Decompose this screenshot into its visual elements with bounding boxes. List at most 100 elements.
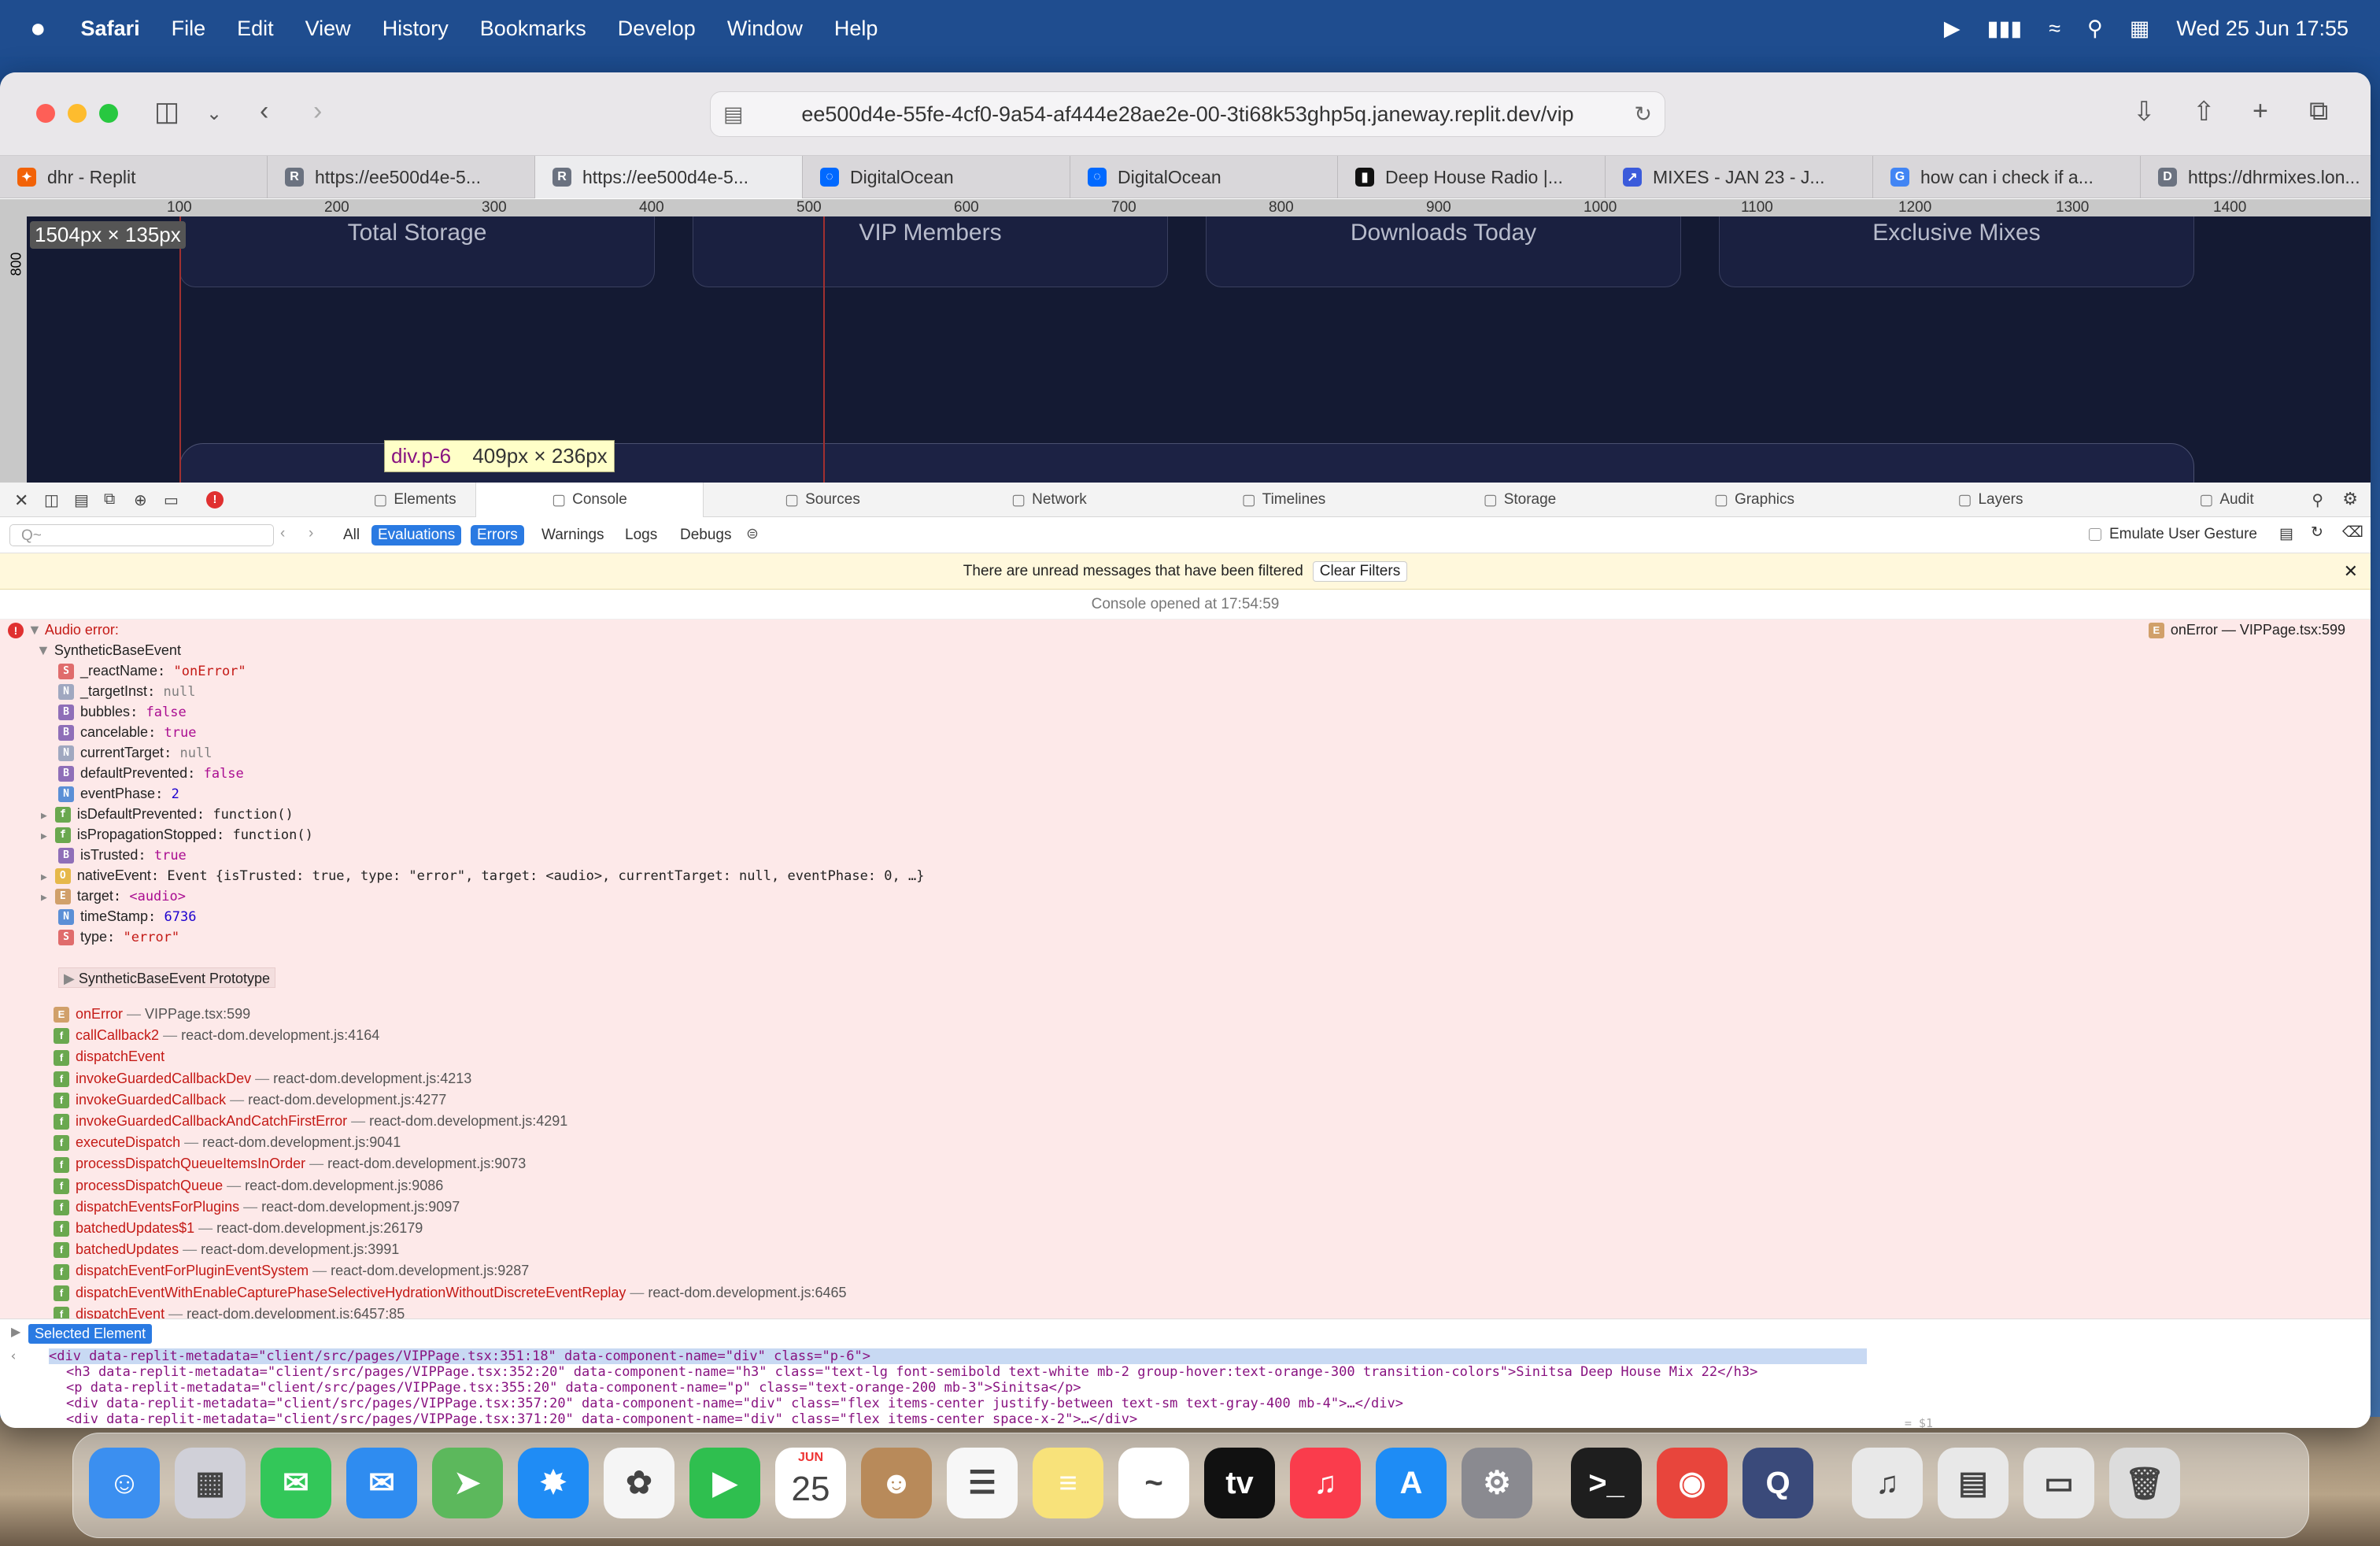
disclosure-triangle-icon[interactable]: ▶ <box>41 871 47 883</box>
property-row[interactable]: S _reactName: "onError" <box>58 660 246 681</box>
music-file-icon[interactable]: ♫ <box>1852 1448 1923 1518</box>
property-row[interactable]: Bcancelable: true <box>58 722 197 742</box>
reload-icon[interactable]: ↻ <box>2311 523 2323 542</box>
disclosure-triangle-icon[interactable]: ▶ <box>41 830 47 842</box>
menu-item-develop[interactable]: Develop <box>618 17 696 41</box>
disclosure-triangle-icon[interactable]: ▼ <box>36 642 50 658</box>
filter-logs[interactable]: Logs <box>619 525 663 546</box>
browser-tab[interactable]: ↗ MIXES - JAN 23 - J... <box>1606 156 1873 198</box>
url-bar[interactable]: ▤ ee500d4e-55fe-4cf0-9a54-af444e28ae2e-0… <box>710 91 1665 137</box>
devtools-tab-audit[interactable]: ▢ Audit <box>2112 483 2341 517</box>
search-icon[interactable]: ⚲ <box>2087 17 2103 41</box>
trash-icon[interactable]: ⌫ <box>2342 523 2363 542</box>
property-row[interactable]: Bbubbles: false <box>58 701 187 722</box>
stack-frame[interactable]: f invokeGuardedCallbackDev — react-dom.de… <box>54 1068 471 1089</box>
browser-tab[interactable]: Rhttps://ee500d4e-5... <box>268 156 535 198</box>
forward-icon[interactable]: › <box>313 96 322 127</box>
mail-icon[interactable]: ✉ <box>346 1448 417 1518</box>
next-icon[interactable]: › <box>309 525 313 542</box>
error-header[interactable]: ! ▼ Audio error: <box>8 620 119 640</box>
filter-input[interactable]: Q~ <box>9 524 274 546</box>
menu-item-view[interactable]: View <box>305 17 351 41</box>
share-icon[interactable]: ⇧ <box>2193 96 2216 128</box>
filter-all[interactable]: All <box>337 525 366 546</box>
trash-icon[interactable]: 🗑 <box>2109 1448 2180 1518</box>
stack-frame[interactable]: f invokeGuardedCallback — react-dom.devel… <box>54 1089 446 1110</box>
menu-item-safari[interactable]: Safari <box>81 17 140 41</box>
calendar-icon[interactable]: JUN 25 <box>775 1448 846 1518</box>
reload-icon[interactable]: ↻ <box>1634 102 1652 127</box>
menu-item-edit[interactable]: Edit <box>237 17 274 41</box>
property-row[interactable]: NeventPhase: 2 <box>58 783 179 804</box>
disclosure-triangle-icon[interactable]: ▶ <box>41 810 47 822</box>
battery-icon[interactable]: ▮▮▮ <box>1987 17 2023 41</box>
wifi-icon[interactable]: ≈ <box>2049 17 2060 41</box>
dom-node-line[interactable]: <div data-replit-metadata="client/src/pa… <box>66 1396 1403 1411</box>
close-window-button[interactable] <box>36 104 55 123</box>
property-row[interactable]: NcurrentTarget: null <box>58 742 213 763</box>
preserve-log-icon[interactable]: ▤ <box>2279 525 2293 543</box>
filter-evaluations[interactable]: Evaluations <box>371 525 462 546</box>
reminders-icon[interactable]: ☰ <box>947 1448 1018 1518</box>
dock-left-icon[interactable]: ◫ <box>44 490 59 510</box>
devtools-tab-graphics[interactable]: ▢ Graphics <box>1640 483 1868 517</box>
back-icon[interactable]: ‹ <box>260 96 268 127</box>
device-icon[interactable]: ▭ <box>164 490 179 510</box>
filter-options-icon[interactable]: ⊜ <box>746 525 759 543</box>
launchpad-icon[interactable]: ▦ <box>175 1448 246 1518</box>
stack-frame[interactable]: f dispatchEventsForPlugins — react-dom.de… <box>54 1196 460 1217</box>
error-indicator-icon[interactable]: ! <box>206 491 224 509</box>
zoom-window-button[interactable] <box>99 104 118 123</box>
maps-icon[interactable]: ➤ <box>432 1448 503 1518</box>
emulate-gesture-checkbox[interactable] <box>2089 528 2101 541</box>
filter-errors[interactable]: Errors <box>471 525 524 546</box>
browser-tab[interactable]: ◌ DigitalOcean <box>1070 156 1338 198</box>
filter-warnings[interactable]: Warnings <box>535 525 611 546</box>
stack-frame[interactable]: f callCallback2 — react-dom.development.j… <box>54 1025 379 1045</box>
property-row[interactable]: BdefaultPrevented: false <box>58 763 244 783</box>
system-settings-icon[interactable]: ⚙ <box>1462 1448 1532 1518</box>
devtools-tab-network[interactable]: ▢ Network <box>935 483 1163 517</box>
stack-frame[interactable]: f batchedUpdates$1 — react-dom.developmen… <box>54 1218 423 1238</box>
music-icon[interactable]: ♫ <box>1290 1448 1361 1518</box>
event-object[interactable]: ▼ SyntheticBaseEvent <box>36 640 181 660</box>
menu-item-bookmarks[interactable]: Bookmarks <box>480 17 586 41</box>
stack-frame[interactable]: f dispatchEvent <box>54 1046 164 1067</box>
download-icon[interactable]: ⇩ <box>2133 96 2156 128</box>
dom-node-line[interactable]: <div data-replit-metadata="client/src/pa… <box>66 1427 952 1428</box>
notes-icon[interactable]: ≡ <box>1033 1448 1103 1518</box>
photos-icon[interactable]: ✿ <box>604 1448 674 1518</box>
chevron-down-icon[interactable]: ⌄ <box>206 102 222 125</box>
terminal-icon[interactable]: >_ <box>1571 1448 1642 1518</box>
finder-icon[interactable]: ☺ <box>89 1448 160 1518</box>
devtools-tab-sources[interactable]: ▢ Sources <box>708 483 937 517</box>
browser-tab[interactable]: ◌ DigitalOcean <box>803 156 1070 198</box>
browser-tab[interactable]: Ghow can i check if a... <box>1873 156 2141 198</box>
menu-item-file[interactable]: File <box>172 17 206 41</box>
browser-tab[interactable]: ✦ dhr - Replit <box>0 156 268 198</box>
property-row[interactable]: ▶ f isDefaultPrevented: function() <box>41 804 294 824</box>
stack-frame[interactable]: f dispatchEventForPluginEventSystem — rea… <box>54 1260 529 1281</box>
stack-frame[interactable]: EonError — VIPPage.tsx:599 <box>54 1004 250 1024</box>
browser-tab[interactable]: Dhttps://dhrmixes.lon... <box>2141 156 2371 198</box>
apple-tv-icon[interactable]: tv <box>1204 1448 1275 1518</box>
stack-frame[interactable]: f invokeGuardedCallbackAndCatchFirstError… <box>54 1111 567 1131</box>
stack-frame[interactable]: f executeDispatch — react-dom.development… <box>54 1132 401 1152</box>
webp-file-icon[interactable]: ▤ <box>1938 1448 2009 1518</box>
property-row[interactable]: Stype: "error" <box>58 926 179 947</box>
property-row[interactable]: BisTrusted: true <box>58 845 187 865</box>
tab-overview-icon[interactable]: ⧉ <box>2309 96 2328 127</box>
quicktime-icon[interactable]: Q <box>1743 1448 1813 1518</box>
close-icon[interactable]: ✕ <box>2344 561 2358 582</box>
minimize-window-button[interactable] <box>68 104 87 123</box>
devtools-tab-storage[interactable]: ▢ Storage <box>1406 483 1634 517</box>
dom-node-line[interactable]: <h3 data-replit-metadata="client/src/pag… <box>66 1364 1757 1380</box>
browser-tab[interactable]: Rhttps://ee500d4e-5... <box>535 156 803 198</box>
freeform-icon[interactable]: ~ <box>1118 1448 1189 1518</box>
devtools-tab-console[interactable]: ▢ Console <box>475 483 704 517</box>
menu-item-help[interactable]: Help <box>834 17 878 41</box>
sidebar-icon[interactable]: ◫ <box>154 96 179 128</box>
filter-debugs[interactable]: Debugs <box>674 525 738 546</box>
property-row[interactable]: N _targetInst: null <box>58 681 196 701</box>
apple-icon[interactable]: ● <box>30 13 46 44</box>
